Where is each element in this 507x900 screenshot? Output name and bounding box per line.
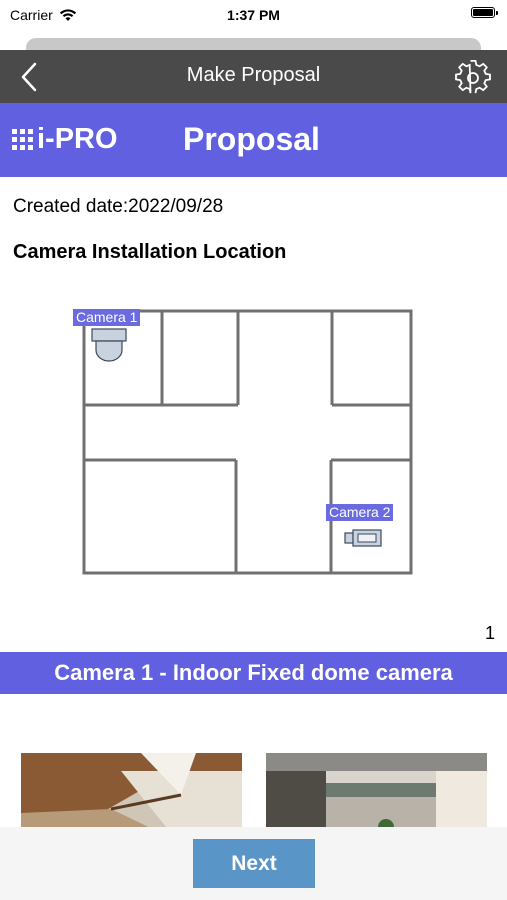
section-title: Camera Installation Location: [13, 241, 287, 263]
camera-1-marker[interactable]: Camera 1: [73, 309, 141, 326]
proposal-content[interactable]: i-PRO Proposal Created date:2022/09/28 C…: [0, 103, 507, 827]
proposal-banner: i-PRO Proposal: [0, 103, 507, 177]
camera-2-marker[interactable]: Camera 2: [326, 504, 394, 521]
page-number: 1: [484, 623, 495, 643]
next-button[interactable]: Next: [193, 839, 315, 888]
logo-dots-icon: [12, 129, 33, 150]
camera-heading: Camera 1 - Indoor Fixed dome camera: [0, 652, 507, 694]
page-title: Proposal: [183, 121, 320, 157]
nav-title: Make Proposal: [186, 64, 321, 86]
logo-text: i-PRO: [37, 123, 118, 155]
status-time: 1:37 PM: [227, 7, 280, 23]
brand-logo: i-PRO: [12, 123, 118, 156]
status-bar: Carrier 1:37 PM: [0, 0, 507, 30]
box-camera-icon: [344, 529, 382, 547]
gear-icon[interactable]: [455, 60, 491, 96]
floor-plan-drawing: [38, 280, 471, 604]
camera-photo-2: [266, 753, 487, 827]
navigation-bar: Make Proposal: [0, 50, 507, 103]
floor-plan[interactable]: Camera 1 Camera 2: [38, 280, 471, 604]
camera-photo-1: [21, 753, 242, 827]
created-date: Created date:2022/09/28: [13, 196, 224, 217]
footer-bar: Next: [0, 827, 507, 900]
battery-icon: [471, 7, 498, 18]
